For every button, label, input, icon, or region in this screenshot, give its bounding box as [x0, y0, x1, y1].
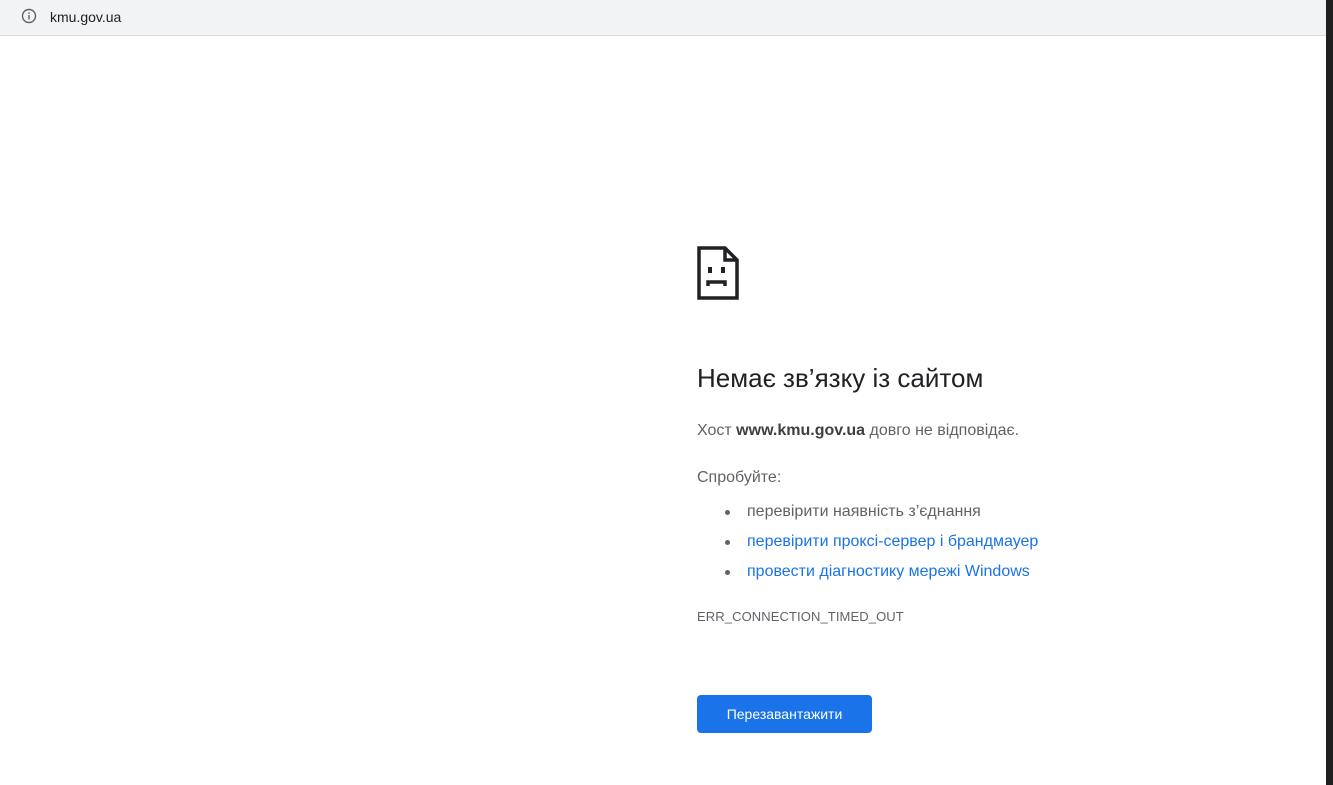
check-proxy-link[interactable]: перевірити проксі-сервер і брандмауер	[747, 533, 1038, 550]
suggestion-run-diagnostics: провести діагностику мережі Windows	[724, 557, 1038, 587]
summary-suffix: довго не відповідає.	[865, 422, 1020, 439]
host-name: www.kmu.gov.ua	[736, 422, 866, 439]
error-summary: Хост www.kmu.gov.ua довго не відповідає.	[697, 420, 1019, 442]
url-text[interactable]: kmu.gov.ua	[50, 8, 121, 26]
run-diagnostics-link[interactable]: провести діагностику мережі Windows	[747, 563, 1030, 580]
summary-prefix: Хост	[697, 422, 737, 439]
suggestion-label: перевірити наявність з’єднання	[747, 503, 981, 520]
sad-page-icon	[697, 246, 739, 300]
error-title: Немає зв’язку із сайтом	[697, 363, 984, 393]
address-bar[interactable]: kmu.gov.ua	[0, 0, 1333, 36]
error-code: ERR_CONNECTION_TIMED_OUT	[697, 609, 904, 624]
reload-button[interactable]: Перезавантажити	[697, 695, 872, 733]
suggestion-check-proxy: перевірити проксі-сервер і брандмауер	[724, 527, 1038, 557]
suggestion-check-connection: перевірити наявність з’єднання	[724, 497, 1038, 527]
window-edge	[1326, 0, 1333, 785]
suggestions-list: перевірити наявність з’єднання перевірит…	[697, 497, 1038, 587]
info-icon[interactable]	[21, 8, 37, 24]
try-label: Спробуйте:	[697, 469, 782, 486]
